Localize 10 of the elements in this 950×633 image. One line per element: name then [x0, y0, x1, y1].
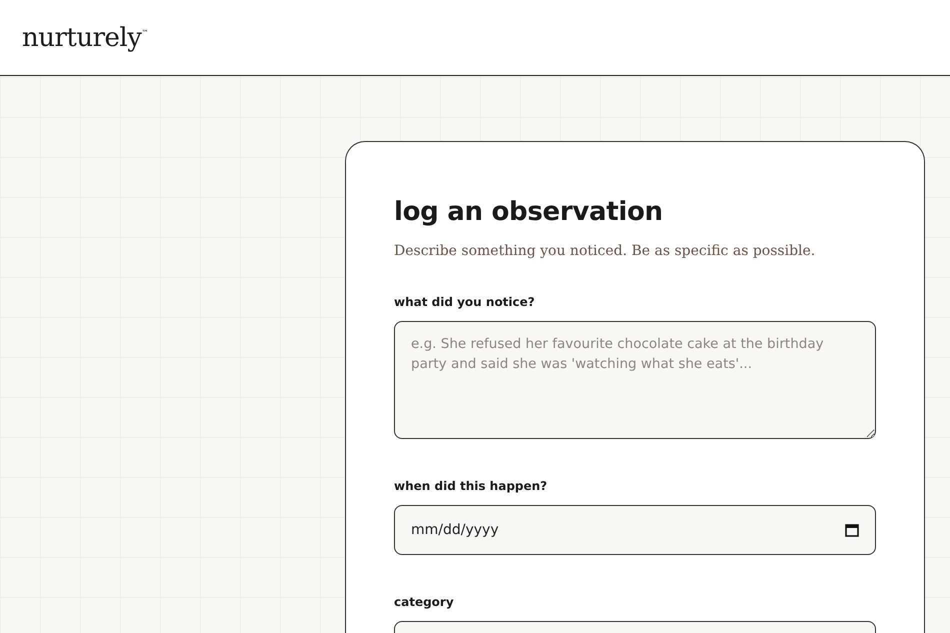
form-subtitle: Describe something you noticed. Be as specific as possible.: [394, 243, 816, 259]
logo-text[interactable]: nurturely: [22, 22, 142, 52]
form-title: log an observation: [394, 197, 664, 227]
observation-textarea[interactable]: e.g. She refused her favourite chocolate cake at the birthday party and said she was 'watching what she eats'...: [394, 321, 876, 439]
field-label: what did you notice?: [394, 295, 536, 309]
date-field[interactable]: mm/dd/yyyy: [394, 505, 876, 555]
field-label: when did this happen?: [394, 479, 548, 493]
date-value: mm/dd/yyyy: [411, 522, 499, 538]
calendar-icon[interactable]: [845, 523, 859, 537]
field-label: category: [394, 595, 455, 609]
